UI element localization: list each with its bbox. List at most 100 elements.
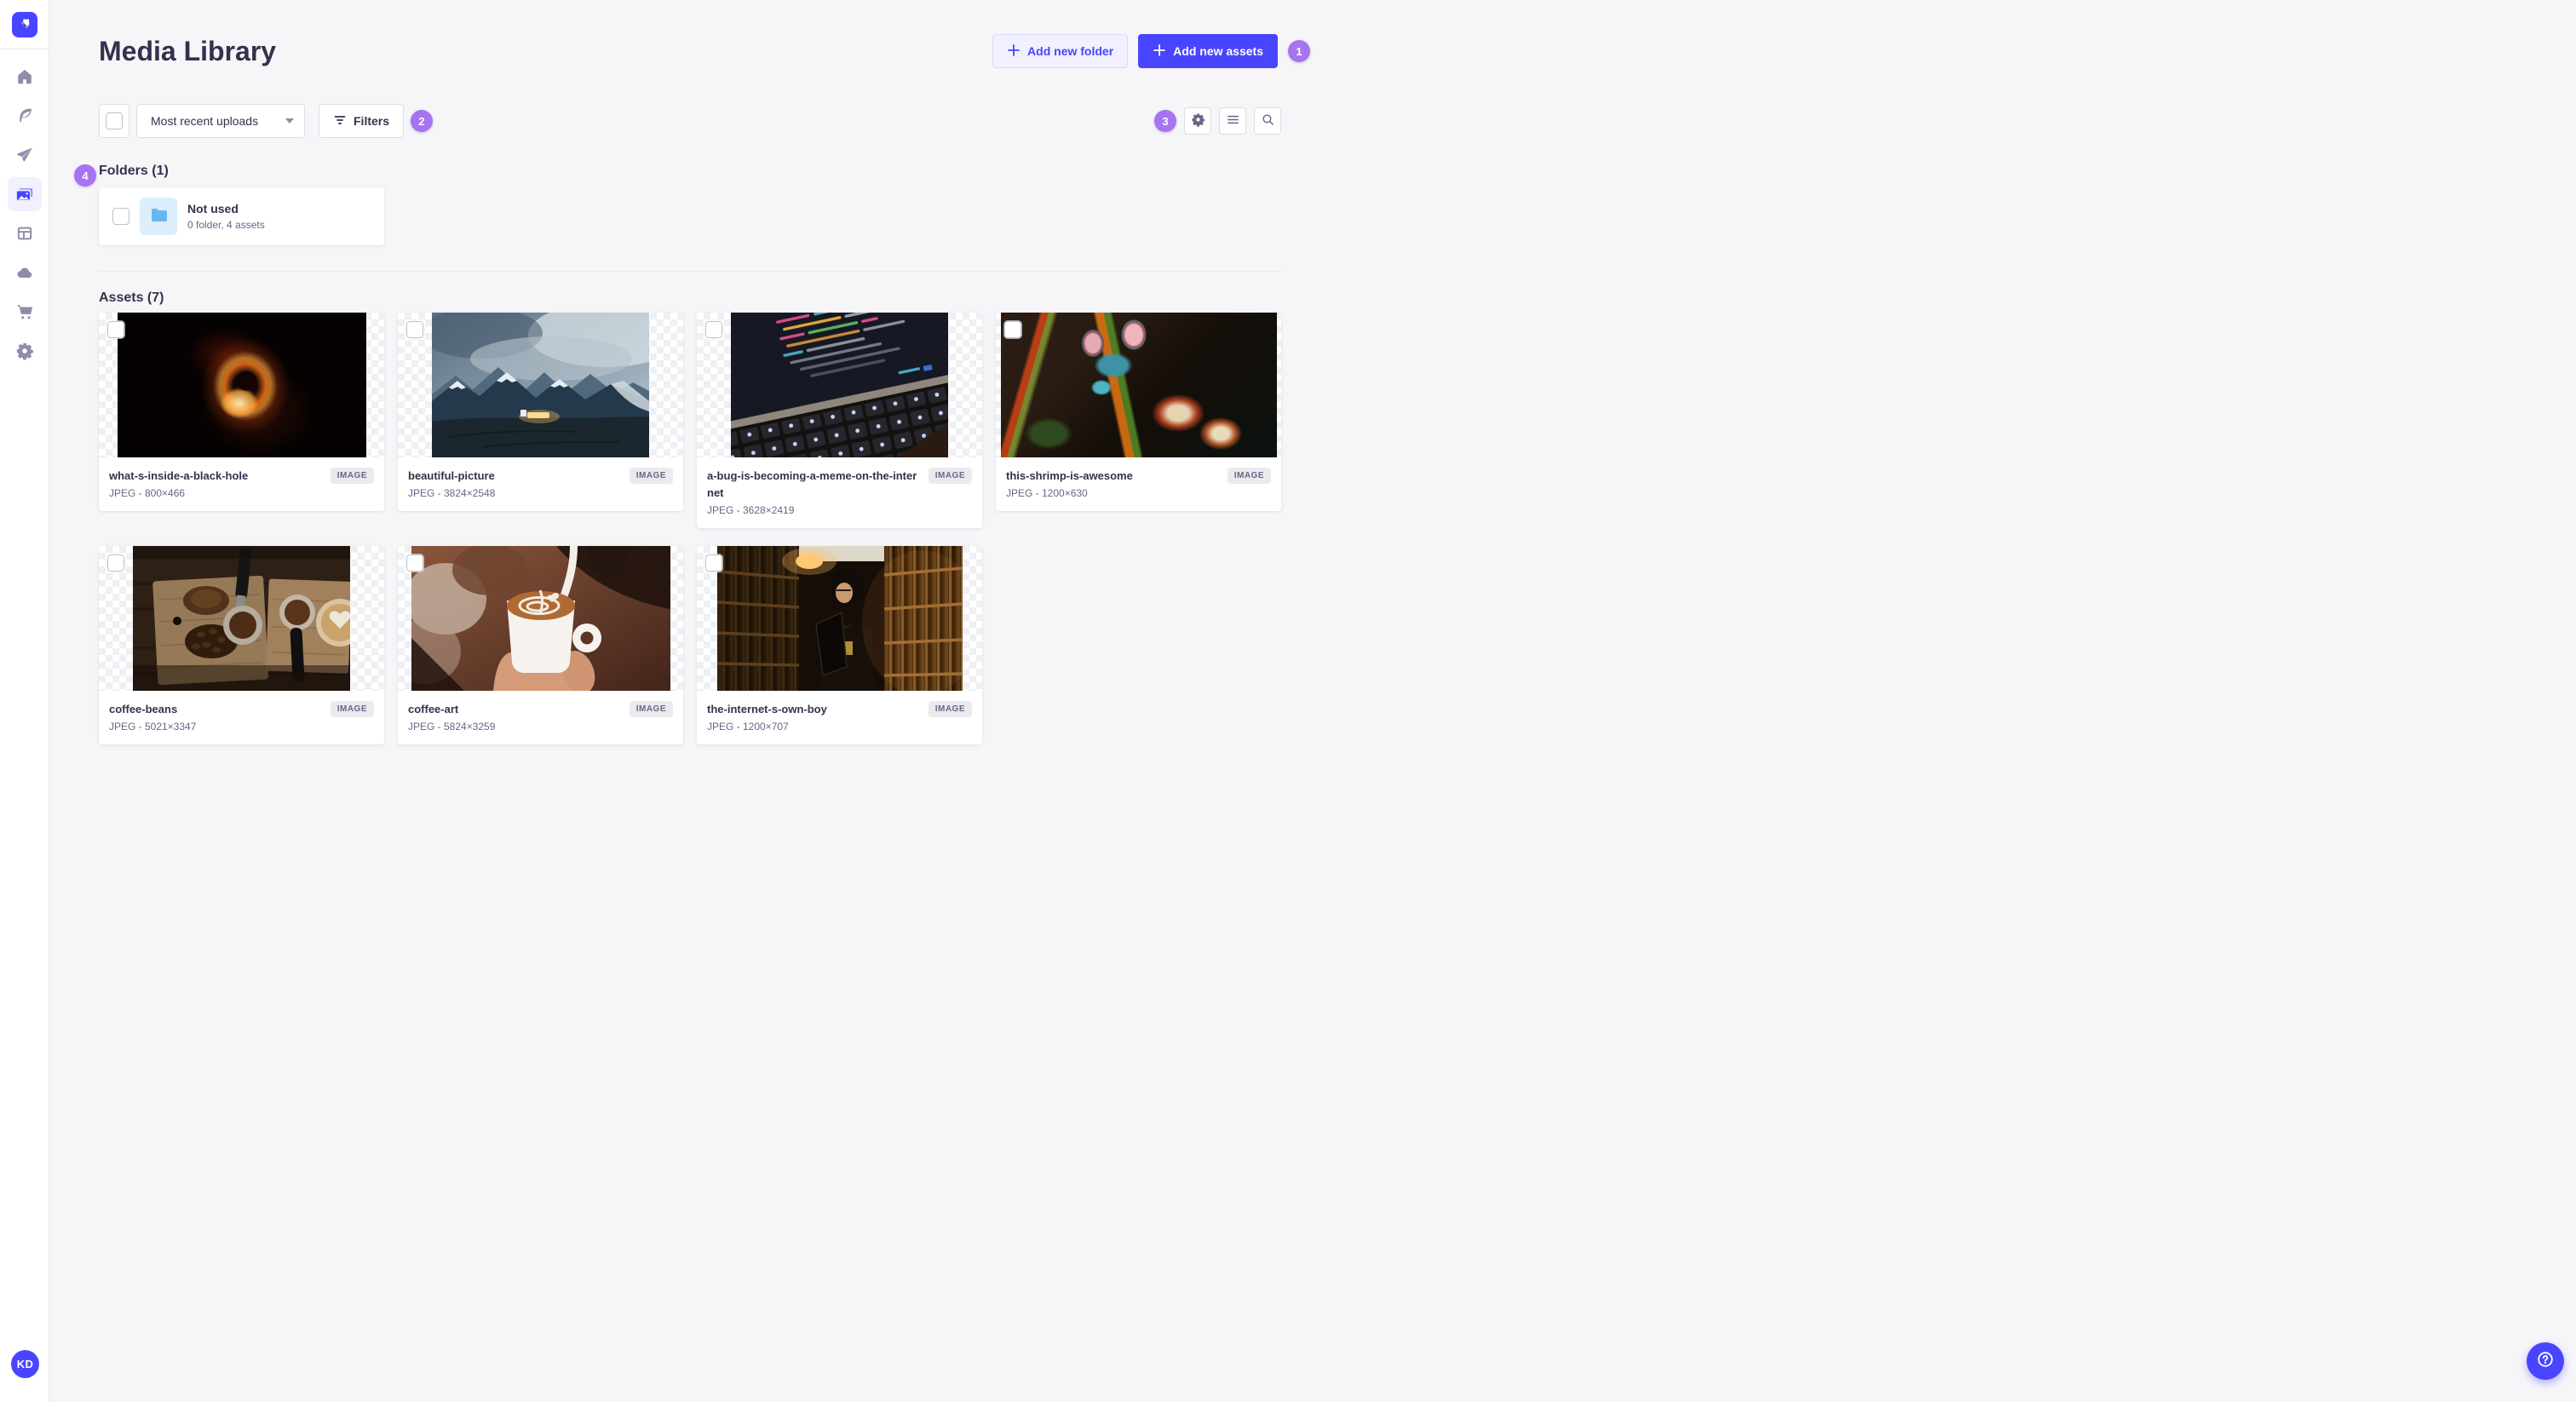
sort-dropdown-value: Most recent uploads: [151, 114, 259, 128]
asset-thumbnail[interactable]: [697, 313, 982, 457]
view-settings-button[interactable]: [1184, 107, 1211, 135]
asset-card[interactable]: the-internet-s-own-boy JPEG - 1200×707 I…: [697, 546, 982, 745]
assets-grid-row-1: what-s-inside-a-black-hole JPEG - 800×46…: [99, 313, 1281, 529]
plus-icon: [1153, 43, 1166, 60]
mantis-shrimp-image: [1000, 313, 1277, 457]
folder-checkbox[interactable]: [112, 208, 129, 225]
folder-title: Not used: [187, 202, 239, 215]
sidebar-nav: [7, 60, 42, 368]
asset-card[interactable]: coffee-art JPEG - 5824×3259 IMAGE: [398, 546, 683, 745]
asset-thumbnail[interactable]: [697, 546, 982, 692]
asset-title: this-shrimp-is-awesome: [1006, 469, 1133, 482]
asset-caption: the-internet-s-own-boy JPEG - 1200×707 I…: [697, 691, 982, 744]
filter-funnel-icon: [333, 113, 347, 129]
sidebar-item-releases[interactable]: [8, 138, 42, 172]
asset-card[interactable]: a-bug-is-becoming-a-meme-on-the-internet…: [697, 313, 982, 529]
man-in-library-image: [716, 546, 981, 692]
asset-card[interactable]: beautiful-picture JPEG - 3824×2548 IMAGE: [398, 313, 683, 512]
sidebar-item-cloud[interactable]: [8, 256, 42, 290]
asset-type-badge: IMAGE: [629, 468, 673, 484]
asset-title: coffee-art: [408, 703, 459, 716]
sidebar: KD: [0, 0, 49, 1402]
sidebar-item-content[interactable]: [8, 99, 42, 133]
assets-grid-row-2: coffee-beans JPEG - 5021×3347 IMAGE coff…: [99, 546, 1281, 745]
asset-meta: JPEG - 5824×3259: [408, 721, 496, 733]
list-view-button[interactable]: [1219, 107, 1246, 135]
asset-caption: a-bug-is-becoming-a-meme-on-the-internet…: [697, 457, 982, 528]
asset-thumbnail[interactable]: [99, 313, 384, 457]
asset-checkbox[interactable]: [107, 554, 124, 572]
asset-checkbox[interactable]: [107, 321, 124, 338]
page-header: Media Library Add new folder Add new ass…: [99, 34, 1310, 68]
annotation-badge-4: 4: [74, 164, 96, 187]
asset-checkbox[interactable]: [406, 321, 423, 338]
main-content: Media Library Add new folder Add new ass…: [49, 34, 1312, 745]
asset-checkbox[interactable]: [705, 554, 722, 572]
list-view-icon: [1226, 112, 1240, 129]
chevron-down-icon: [285, 118, 294, 124]
annotation-badge-1: 1: [1288, 40, 1310, 62]
search-icon: [1261, 112, 1275, 129]
select-all-checkbox[interactable]: [99, 104, 129, 138]
sidebar-item-marketplace[interactable]: [8, 295, 42, 329]
app-logo[interactable]: [11, 12, 37, 37]
folder-info: Not used 0 folder, 4 assets: [187, 202, 371, 231]
cart-icon: [15, 302, 34, 321]
asset-meta: JPEG - 1200×630: [1006, 487, 1088, 500]
folder-tile: [140, 198, 177, 235]
asset-checkbox[interactable]: [705, 321, 722, 338]
asset-title: a-bug-is-becoming-a-meme-on-the-internet: [707, 469, 917, 500]
folder-subtitle: 0 folder, 4 assets: [187, 219, 265, 231]
images-icon: [15, 185, 34, 204]
asset-thumbnail[interactable]: [99, 546, 384, 692]
sidebar-item-home[interactable]: [8, 60, 42, 94]
coffee-beans-image: [133, 546, 364, 692]
asset-card[interactable]: coffee-beans JPEG - 5021×3347 IMAGE: [99, 546, 384, 745]
asset-thumbnail[interactable]: [398, 313, 683, 457]
sort-dropdown[interactable]: Most recent uploads: [136, 104, 305, 138]
add-new-assets-button[interactable]: Add new assets: [1138, 34, 1278, 68]
filters-button[interactable]: Filters: [319, 104, 405, 138]
annotation-badge-2: 2: [411, 110, 434, 132]
asset-card[interactable]: what-s-inside-a-black-hole JPEG - 800×46…: [99, 313, 384, 512]
asset-checkbox[interactable]: [406, 554, 423, 572]
asset-type-badge: IMAGE: [629, 701, 673, 718]
help-button[interactable]: [2527, 1342, 2564, 1380]
asset-type-badge: IMAGE: [330, 701, 374, 718]
black-hole-image: [117, 313, 366, 457]
asset-thumbnail[interactable]: [996, 313, 1281, 457]
asset-type-badge: IMAGE: [330, 468, 374, 484]
layout-icon: [15, 224, 34, 243]
asset-type-badge: IMAGE: [1227, 468, 1271, 484]
sidebar-item-settings[interactable]: [8, 334, 42, 368]
folder-icon: [148, 204, 169, 229]
sidebar-item-media-library[interactable]: [7, 177, 42, 211]
asset-type-badge: IMAGE: [928, 701, 972, 718]
user-avatar[interactable]: KD: [11, 1350, 39, 1378]
latte-art-image: [398, 546, 670, 692]
asset-caption: what-s-inside-a-black-hole JPEG - 800×46…: [99, 457, 384, 511]
question-mark-icon: [2536, 1350, 2555, 1373]
asset-caption: coffee-beans JPEG - 5021×3347 IMAGE: [99, 691, 384, 744]
strapi-logo-icon: [18, 16, 32, 34]
asset-checkbox[interactable]: [1004, 321, 1021, 338]
asset-meta: JPEG - 3824×2548: [408, 487, 496, 500]
add-new-folder-button[interactable]: Add new folder: [992, 34, 1129, 68]
asset-meta: JPEG - 5021×3347: [109, 721, 197, 733]
asset-card[interactable]: this-shrimp-is-awesome JPEG - 1200×630 I…: [996, 313, 1281, 512]
search-button[interactable]: [1254, 107, 1281, 135]
gear-icon: [15, 342, 34, 360]
assets-toolbar: Most recent uploads Filters 2 3: [99, 104, 1281, 138]
checkbox[interactable]: [106, 112, 123, 129]
asset-type-badge: IMAGE: [928, 468, 972, 484]
cloud-icon: [15, 263, 34, 282]
folder-card[interactable]: Not used 0 folder, 4 assets: [99, 187, 384, 245]
section-divider: [99, 271, 1281, 272]
asset-thumbnail[interactable]: [398, 546, 683, 692]
toolbar-left: Most recent uploads Filters 2: [99, 104, 1154, 138]
asset-title: beautiful-picture: [408, 469, 495, 482]
feather-icon: [15, 106, 34, 125]
asset-meta: JPEG - 1200×707: [707, 721, 789, 733]
sidebar-item-content-type-builder[interactable]: [8, 216, 42, 250]
toolbar-right: 3: [1154, 107, 1281, 135]
